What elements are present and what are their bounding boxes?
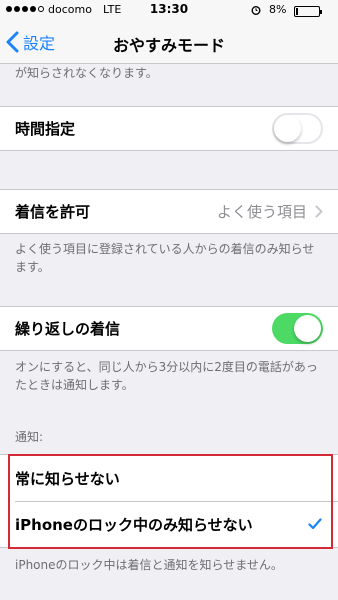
screen: docomo LTE 13:30 8% 設定 おやすみモード が知らされなくなり…	[0, 0, 338, 600]
page-title: おやすみモード	[112, 36, 225, 55]
toggle-knob	[274, 115, 301, 142]
scheduled-label: 時間指定	[15, 120, 76, 138]
silence-footer: iPhoneのロック中は着信と通知を知らせません。	[15, 558, 283, 572]
allow-calls-value: よく使う項目	[216, 203, 307, 221]
scheduled-group: 時間指定	[0, 106, 338, 151]
battery-nub	[320, 10, 322, 14]
repeated-calls-toggle[interactable]	[272, 313, 323, 344]
navigation-bar: 設定 おやすみモード	[0, 22, 338, 63]
repeated-calls-group: 繰り返しの着信	[0, 306, 338, 351]
battery-fill	[296, 8, 298, 15]
battery-percent: 8%	[269, 3, 287, 16]
silence-option-locked[interactable]: iPhoneのロック中のみ知らせない	[0, 501, 338, 547]
allow-calls-footer: よく使う項目に登録されている人からの着信のみ知らせます。	[15, 242, 315, 274]
scheduled-cell[interactable]: 時間指定	[0, 107, 338, 150]
repeated-calls-label: 繰り返しの着信	[15, 320, 121, 338]
status-bar: docomo LTE 13:30 8%	[0, 0, 338, 22]
status-time: 13:30	[149, 2, 189, 16]
chevron-right-icon	[315, 205, 323, 218]
silence-option-label: iPhoneのロック中のみ知らせない	[15, 515, 253, 534]
settings-content[interactable]: が知らされなくなります。 時間指定 着信を許可 よく使う項目 よく使う項目に登録…	[0, 64, 338, 600]
repeated-calls-cell[interactable]: 繰り返しの着信	[0, 307, 338, 350]
battery-icon	[294, 6, 322, 17]
top-bar: docomo LTE 13:30 8% 設定 おやすみモード	[0, 0, 338, 64]
scheduled-toggle[interactable]	[272, 113, 323, 144]
top-footer-text: が知らされなくなります。	[15, 66, 158, 80]
silence-option-always[interactable]: 常に知らせない	[0, 455, 338, 501]
silence-header: 通知:	[15, 430, 44, 444]
allow-calls-cell[interactable]: 着信を許可 よく使う項目	[0, 190, 338, 233]
toggle-knob	[294, 315, 321, 342]
repeated-calls-footer: オンにすると、同じ人から3分以内に2度目の電話があったときは通知します。	[15, 360, 318, 392]
checkmark-icon	[308, 518, 322, 530]
silence-option-label: 常に知らせない	[15, 469, 120, 488]
allow-calls-label: 着信を許可	[15, 203, 91, 221]
allow-calls-group: 着信を許可 よく使う項目	[0, 189, 338, 234]
silence-group: 常に知らせない iPhoneのロック中のみ知らせない	[0, 454, 338, 548]
alarm-icon	[251, 6, 261, 15]
